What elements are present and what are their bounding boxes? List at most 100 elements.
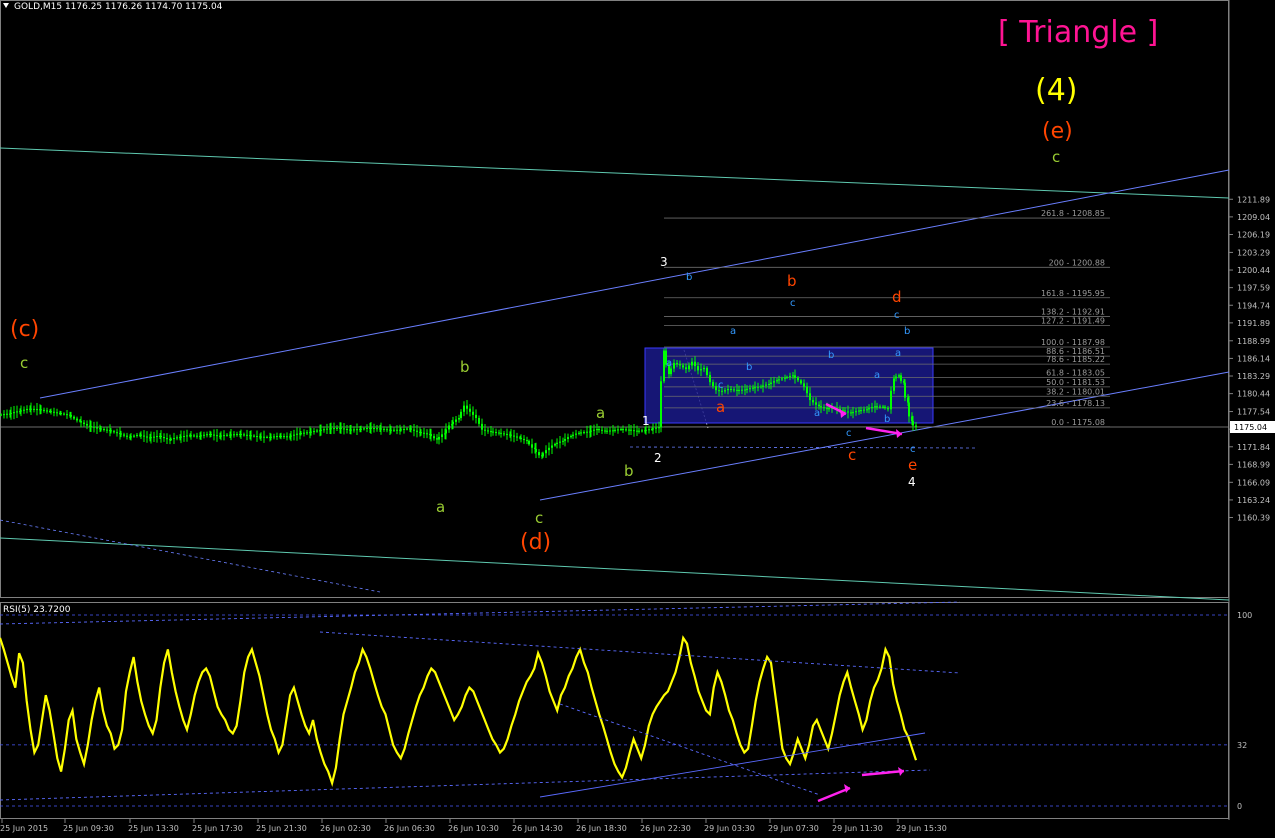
candle-body (296, 433, 298, 435)
dashed-lower-trendline (0, 519, 381, 593)
candle-body (430, 434, 432, 437)
candle-body (738, 389, 740, 391)
candle-body (280, 435, 282, 437)
candle-body (458, 417, 460, 420)
current-price-label: 1175.04 (1234, 423, 1267, 432)
candle-body (16, 411, 18, 413)
fib-level-label: 161.8 - 1195.95 (1041, 289, 1105, 298)
candle-body (823, 407, 825, 409)
fib-level-label: 38.2 - 1180.01 (1046, 387, 1105, 396)
candle-body (706, 367, 708, 376)
fib-level-label: 61.8 - 1183.05 (1046, 368, 1105, 377)
candle-body (620, 429, 622, 431)
rsi-trendline-upper (0, 601, 961, 625)
candle-body (757, 386, 759, 388)
candle-body (63, 413, 65, 415)
wave-label: 1 (642, 414, 650, 428)
candle-body (113, 431, 115, 433)
candle-body (628, 429, 630, 431)
candle-body (812, 400, 814, 403)
candle-body (598, 429, 600, 431)
price-tick-label: 1186.14 (1237, 354, 1270, 363)
candle-body (697, 366, 699, 371)
candle-body (472, 411, 474, 415)
rsi-trendline-resistance (319, 631, 961, 674)
candle-body (596, 429, 598, 431)
candle-body (73, 416, 75, 419)
price-tick-label: 1177.54 (1237, 408, 1270, 417)
candle-body (736, 389, 738, 391)
candle-body (333, 428, 335, 430)
candle-body (140, 434, 142, 436)
mt4-chart-window[interactable]: 261.8 - 1208.85 200 - 1200.88 161.8 - 1195… (0, 0, 1275, 834)
candle-body (136, 434, 138, 436)
candle-body (20, 410, 22, 412)
candle-body (884, 406, 886, 409)
candle-body (746, 388, 748, 390)
candle-body (548, 447, 550, 451)
candle-body (863, 409, 865, 411)
candle-body (460, 411, 462, 418)
candle-body (406, 428, 408, 430)
candle-body (445, 429, 447, 434)
candle-body (709, 375, 711, 383)
price-tick-label: 1171.84 (1237, 443, 1270, 452)
candle-body (193, 435, 195, 437)
candle-body (410, 428, 412, 430)
wave-label: a (436, 498, 445, 516)
candle-body (356, 429, 358, 431)
candle-body (13, 412, 15, 414)
candle-body (246, 434, 248, 436)
wave-label: a (666, 358, 672, 369)
candle-body (730, 388, 732, 390)
candle-body (380, 428, 382, 430)
candle-body (673, 362, 675, 369)
candle-body (316, 430, 318, 432)
chart-canvas[interactable]: 261.8 - 1208.85 200 - 1200.88 161.8 - 1195… (0, 0, 1275, 834)
price-tick-label: 1160.39 (1237, 514, 1270, 523)
time-tick-label: 25 Jun 17:30 (192, 824, 243, 833)
candle-body (487, 430, 489, 432)
fib-level-label: 78.6 - 1185.22 (1046, 355, 1105, 364)
candle-body (614, 429, 616, 431)
candle-body (794, 375, 796, 378)
candle-body (570, 435, 572, 438)
candle-body (797, 377, 799, 381)
candle-body (343, 428, 345, 430)
wave-label: c (20, 354, 28, 372)
candle-body (633, 430, 635, 432)
candle-body (96, 427, 98, 429)
candle-body (860, 410, 862, 412)
wave-label: c (718, 380, 724, 391)
candle-body (36, 409, 38, 411)
candle-body (433, 436, 435, 439)
candle-body (90, 426, 92, 428)
price-tick-label: 1209.04 (1237, 213, 1270, 222)
candle-body (203, 434, 205, 436)
wave-label: a (874, 370, 880, 381)
wave-label: 4 (908, 475, 916, 489)
candle-body (23, 409, 25, 411)
time-tick-label: 26 Jun 02:30 (320, 824, 371, 833)
candle-body (436, 438, 438, 440)
dropdown-triangle-icon[interactable] (3, 3, 9, 8)
arrowhead-icon (844, 784, 850, 793)
candle-body (426, 433, 428, 435)
candle-body (765, 384, 767, 386)
candle-body (778, 379, 780, 381)
candle-body (510, 434, 512, 436)
candle-body (423, 432, 425, 434)
wave-label: b (787, 272, 797, 290)
candle-body (313, 431, 315, 433)
candle-body (760, 386, 762, 388)
time-tick-label: 29 Jun 15:30 (896, 824, 947, 833)
candle-body (526, 440, 528, 442)
candle-body (495, 432, 497, 434)
candle-body (50, 411, 52, 413)
candle-body (230, 434, 232, 436)
candle-body (866, 409, 868, 411)
candle-body (150, 437, 152, 439)
candle-body (263, 436, 265, 438)
candle-body (346, 428, 348, 430)
candle-body (580, 432, 582, 434)
